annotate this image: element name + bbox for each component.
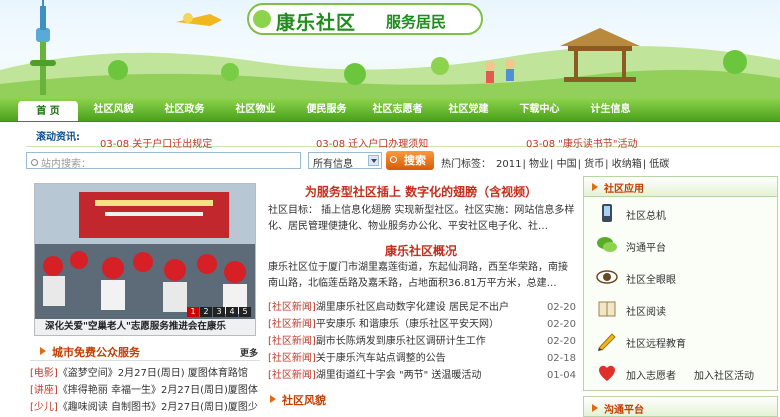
header-banner: 康乐社区 服务居民 [0, 0, 780, 98]
city-services-header: 城市免费公众服务 更多 [30, 341, 260, 361]
nav-item-downloads[interactable]: 下载中心 [504, 98, 575, 121]
more-link[interactable]: 更多 [240, 346, 258, 359]
section-title: 城市免费公众服务 [52, 346, 140, 359]
news-date: 02-18 [546, 353, 576, 364]
search-icon [390, 156, 397, 163]
arrow-right-icon [592, 183, 598, 191]
eye-icon [596, 270, 618, 284]
chevron-down-icon [368, 155, 379, 166]
pager-button[interactable]: 5 [239, 307, 251, 317]
news-list: [社区新闻]湖里康乐社区启动数字化建设 居民足不出户 02-20 [社区新闻]平… [268, 299, 576, 384]
nav-item-community-affairs[interactable]: 社区政务 [149, 98, 220, 121]
panel-title: 社区应用 [604, 184, 644, 195]
banner-site-title: 康乐社区 [276, 12, 357, 34]
news-ticker: 滚动资讯: 03-08 关于户口迁出规定 03-08 迁入户口办理须知 03-0… [26, 123, 780, 150]
news-date: 02-20 [546, 302, 576, 313]
pager-button[interactable]: 1 [187, 307, 199, 317]
news-item[interactable]: [社区新闻]湖里康乐社区启动数字化建设 居民足不出户 02-20 [268, 299, 576, 316]
arrow-right-icon [592, 404, 598, 412]
photo-pager: 1 2 3 4 5 [186, 307, 251, 317]
search-button[interactable]: 搜索 [386, 151, 434, 170]
app-item-education[interactable]: 社区远程教育 [584, 325, 777, 357]
scenery-section-header: 社区风貌 [264, 390, 576, 408]
hot-tag[interactable]: 低碳 [649, 159, 669, 170]
news-item[interactable]: [社区新闻]湖里街道红十字会 "两节" 送温暖活动 01-04 [268, 367, 576, 384]
news-item[interactable]: [社区新闻]关于康乐汽车站点调整的公告 02-18 [268, 350, 576, 367]
search-scope-select[interactable]: 所有信息 [308, 152, 382, 170]
hot-tag[interactable]: 2011 [496, 159, 521, 170]
ticker-item[interactable]: 03-08 "康乐读书节"活动 [526, 135, 637, 150]
news-date: 02-20 [546, 319, 576, 330]
headline-summary: 社区目标： 插上信息化翅膀 实现新型社区。社区实施：网站信息多样化、居民管理便捷… [268, 205, 575, 232]
pencil-icon [598, 333, 616, 351]
panel-title: 沟通平台 [604, 405, 644, 416]
phone-icon [602, 204, 612, 222]
app-item-eye[interactable]: 社区全眼眼 [584, 261, 777, 293]
overview-summary: 康乐社区位于厦门市湖里嘉莲街道，东起仙洞路，西至华荣路，南接南山路，北临莲岳路及… [268, 262, 568, 289]
app-item-reading[interactable]: 社区阅读 [584, 293, 777, 325]
banner-slogan: 服务居民 [386, 13, 447, 31]
book-icon [598, 301, 616, 317]
hot-tags: 2011| 物业| 中国| 货币| 收纳箱| 低碳 [496, 159, 670, 170]
nav-item-property[interactable]: 社区物业 [220, 98, 291, 121]
city-services-list: [电影]《盗梦空间》2月27日(周日) 厦图体育路馆 [讲座]《摔得艳丽 幸福一… [30, 365, 260, 416]
panel-header: 社区应用 [584, 177, 777, 197]
communication-panel-header: 沟通平台 [583, 396, 778, 417]
news-item[interactable]: [社区新闻]平安康乐 和谐康乐（康乐社区平安天网） 02-20 [268, 316, 576, 333]
hot-tag[interactable]: 收纳箱 [612, 159, 642, 170]
ticker-item[interactable]: 03-08 关于户口迁出规定 [100, 135, 212, 150]
pager-button[interactable]: 4 [226, 307, 238, 317]
chat-icon [597, 237, 617, 252]
app-item-volunteer[interactable]: 加入志愿者 加入社区活动 [584, 357, 777, 389]
list-item[interactable]: [电影]《盗梦空间》2月27日(周日) 厦图体育路馆 [30, 365, 260, 382]
hot-tag[interactable]: 物业 [529, 159, 549, 170]
nav-item-community-scenery[interactable]: 社区风貌 [78, 98, 149, 121]
search-bar: 站内搜索： 所有信息 搜索 热门标签： 2011| 物业| 中国| 货币| 收纳… [26, 150, 780, 172]
list-item[interactable]: [少儿]《趣味阅读 自制图书》2月27日(周日)厦图少 [30, 399, 260, 416]
pager-button[interactable]: 2 [200, 307, 212, 317]
arrow-right-icon [270, 395, 276, 403]
arrow-right-icon [40, 347, 46, 355]
app-item-communication[interactable]: 沟通平台 [584, 229, 777, 261]
nav-item-party-building[interactable]: 社区党建 [433, 98, 504, 121]
search-icon [31, 159, 38, 166]
nav-item-home[interactable]: 首 页 [18, 101, 78, 121]
hot-tag[interactable]: 中国 [557, 159, 577, 170]
ticker-item[interactable]: 03-08 迁入户口办理须知 [316, 135, 428, 150]
nav-item-volunteers[interactable]: 社区志愿者 [362, 98, 433, 121]
search-input[interactable]: 站内搜索： [26, 152, 301, 170]
hot-tag[interactable]: 货币 [584, 159, 604, 170]
section-title[interactable]: 社区风貌 [282, 392, 326, 408]
news-date: 02-20 [546, 336, 576, 347]
news-item[interactable]: [社区新闻]副市长陈炳发到康乐社区调研计生工作 02-20 [268, 333, 576, 350]
headline-link[interactable]: 为服务型社区插上 数字化的翅膀（含视频） [262, 183, 580, 200]
list-item[interactable]: [讲座]《摔得艳丽 幸福一生》2月27日(周日)厦图体 [30, 382, 260, 399]
overview-title[interactable]: 康乐社区概况 [262, 242, 580, 259]
nav-item-family-planning[interactable]: 计生信息 [575, 98, 646, 121]
heart-icon [599, 365, 615, 381]
featured-photo[interactable]: 1 2 3 4 5 深化关爱"空巢老人"志愿服务推进会在康乐 [34, 183, 256, 336]
ticker-label: 滚动资讯: [36, 132, 80, 143]
hot-tags-label: 热门标签： [441, 159, 491, 170]
pager-button[interactable]: 3 [213, 307, 225, 317]
news-date: 01-04 [546, 370, 576, 381]
nav-item-convenience-services[interactable]: 便民服务 [291, 98, 362, 121]
join-activity-link[interactable]: 加入社区活动 [694, 367, 754, 382]
community-apps-panel: 社区应用 社区总机 沟通平台 社区全眼眼 社区阅读 社区远程教育 加入志愿者 加… [583, 176, 778, 391]
main-navigation: 首 页 社区风貌 社区政务 社区物业 便民服务 社区志愿者 社区党建 下载中心 … [0, 98, 780, 122]
app-item-switchboard[interactable]: 社区总机 [584, 197, 777, 229]
photo-caption[interactable]: 深化关爱"空巢老人"志愿服务推进会在康乐 [35, 319, 255, 335]
